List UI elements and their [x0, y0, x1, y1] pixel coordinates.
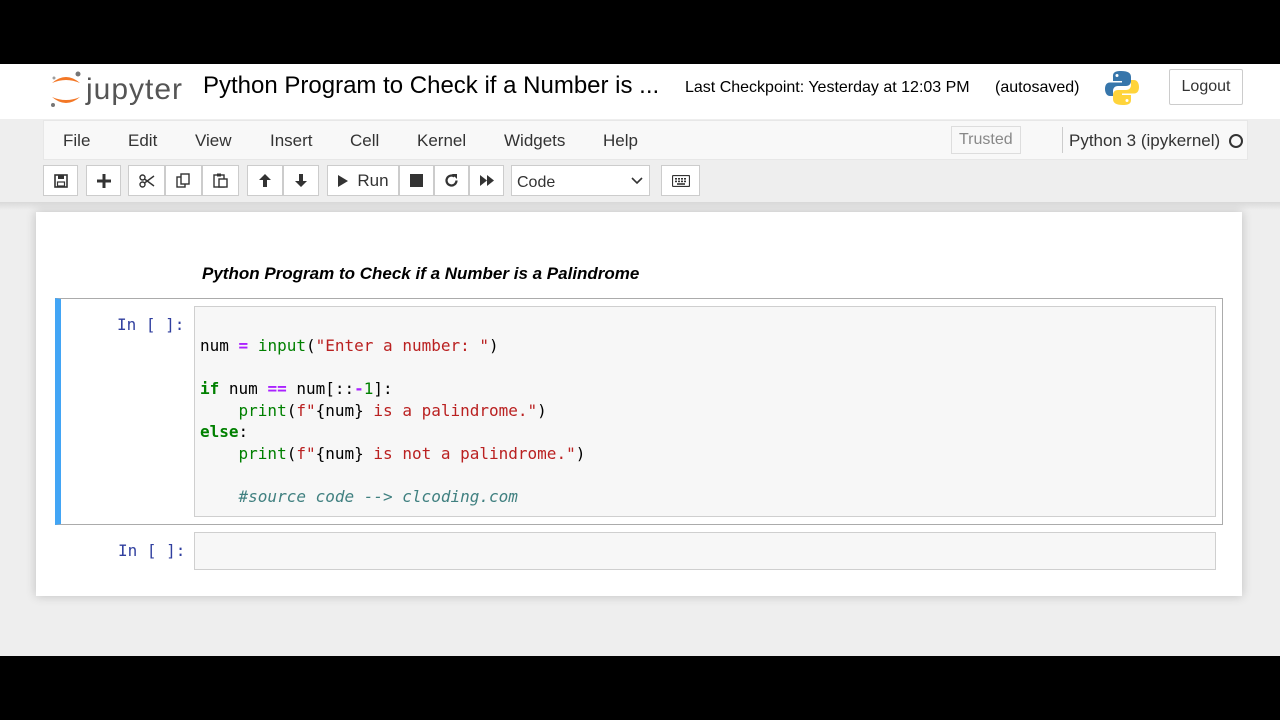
menu-kernel[interactable]: Kernel: [417, 131, 466, 151]
paste-button[interactable]: [202, 165, 239, 196]
python-logo-icon: [1104, 69, 1140, 107]
header: jupyter Python Program to Check if a Num…: [0, 64, 1280, 119]
code-line-1: num = input("Enter a number: "): [200, 336, 499, 355]
save-button[interactable]: [43, 165, 78, 196]
markdown-heading: Python Program to Check if a Number is a…: [202, 264, 640, 283]
kernel-name[interactable]: Python 3 (ipykernel): [1069, 131, 1220, 151]
toolbar: Run Code: [0, 162, 1280, 200]
jupyter-logo-text: jupyter: [86, 73, 184, 106]
chevron-down-icon: [631, 177, 643, 185]
menu-view[interactable]: View: [195, 131, 232, 151]
scissors-icon: [138, 173, 154, 188]
toolbar-shadow: [0, 202, 1280, 210]
checkpoint-status: Last Checkpoint: Yesterday at 12:03 PM: [685, 79, 970, 96]
restart-run-all-button[interactable]: [469, 165, 504, 196]
paste-icon: [213, 173, 228, 188]
code-line-4: print(f"{num} is a palindrome."): [238, 400, 547, 420]
code-line-5: else:: [200, 422, 249, 442]
move-up-button[interactable]: [247, 165, 283, 196]
refresh-icon: [445, 174, 458, 187]
command-palette-button[interactable]: [661, 165, 700, 196]
notebook-container[interactable]: Python Program to Check if a Number is a…: [36, 212, 1242, 596]
cut-button[interactable]: [128, 165, 165, 196]
empty-code-editor[interactable]: [194, 532, 1216, 570]
code-line-6: print(f"{num} is not a palindrome."): [238, 443, 586, 463]
notebook-title[interactable]: Python Program to Check if a Number is .…: [203, 72, 659, 100]
logout-button[interactable]: Logout: [1169, 69, 1243, 105]
menubar: File Edit View Insert Cell Kernel Widget…: [43, 120, 1248, 160]
fast-forward-icon: [479, 175, 494, 186]
keyboard-icon: [671, 174, 690, 187]
code-cell-selected[interactable]: In [ ]: num = input("Enter a number: ") …: [55, 298, 1223, 525]
plus-icon: [96, 173, 111, 188]
letterbox-top: [0, 0, 1280, 64]
code-line-8: #source code --> clcoding.com: [238, 487, 518, 507]
menu-insert[interactable]: Insert: [270, 131, 313, 151]
run-label: Run: [357, 170, 389, 190]
restart-button[interactable]: [434, 165, 469, 196]
kernel-separator: [1062, 127, 1063, 153]
letterbox-bottom: [0, 656, 1280, 720]
autosave-status: (autosaved): [995, 79, 1080, 96]
trusted-indicator[interactable]: Trusted: [951, 126, 1021, 154]
copy-icon: [176, 173, 190, 188]
interrupt-button[interactable]: [399, 165, 434, 196]
menu-widgets[interactable]: Widgets: [504, 131, 565, 151]
arrow-up-icon: [259, 174, 271, 187]
jupyter-app: jupyter Python Program to Check if a Num…: [0, 64, 1280, 656]
play-icon: [338, 174, 349, 187]
cell-type-select[interactable]: Code: [511, 165, 650, 196]
kernel-idle-icon: [1229, 134, 1243, 148]
menu-edit[interactable]: Edit: [128, 131, 157, 151]
menu-cell[interactable]: Cell: [350, 131, 379, 151]
run-button[interactable]: Run: [327, 165, 399, 196]
cell-type-value: Code: [517, 174, 556, 191]
copy-button[interactable]: [165, 165, 202, 196]
insert-cell-button[interactable]: [86, 165, 121, 196]
code-editor[interactable]: num = input("Enter a number: ") if num =…: [194, 306, 1216, 517]
stop-icon: [410, 174, 423, 187]
menu-file[interactable]: File: [63, 131, 90, 151]
jupyter-logo-icon: [51, 71, 81, 107]
code-block: num = input("Enter a number: ") if num =…: [200, 335, 585, 508]
code-line-3: if num == num[::-1]:: [200, 379, 393, 399]
input-prompt-empty: In [ ]:: [118, 541, 186, 560]
move-down-button[interactable]: [283, 165, 319, 196]
save-icon: [53, 173, 68, 188]
input-prompt: In [ ]:: [117, 315, 185, 334]
menu-help[interactable]: Help: [603, 131, 638, 151]
arrow-down-icon: [295, 174, 307, 187]
